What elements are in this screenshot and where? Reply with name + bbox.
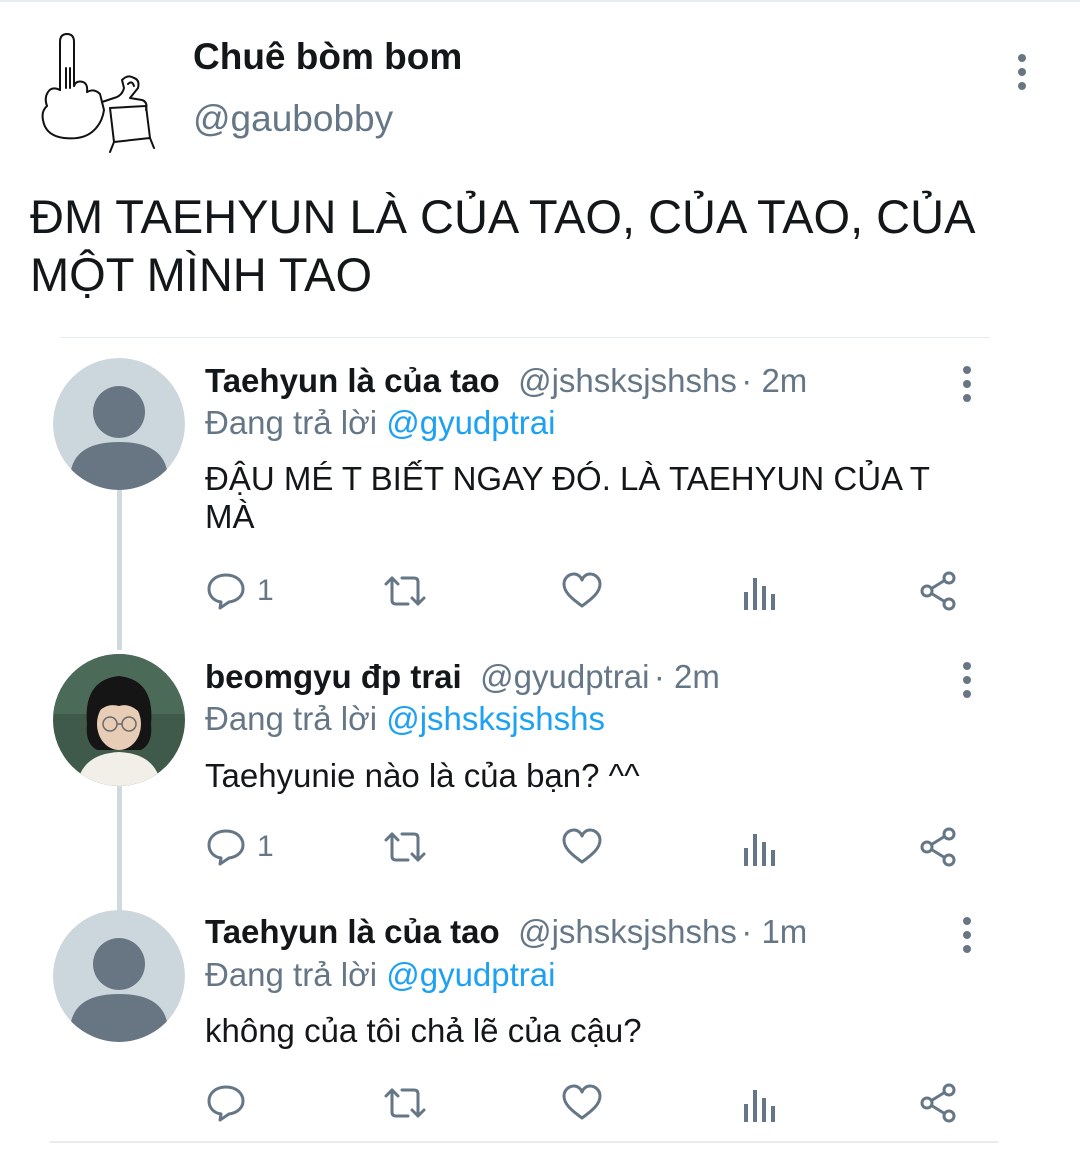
photo-avatar-icon — [53, 654, 185, 786]
reply-author-handle[interactable]: @gyudptrai — [480, 658, 649, 695]
bottom-divider — [50, 1141, 998, 1143]
more-icon[interactable] — [1015, 54, 1029, 90]
replying-to: Đang trả lời @gyudptrai — [205, 404, 555, 442]
author-handle[interactable]: @gaubobby — [193, 98, 393, 140]
middle-finger-drawing-icon — [41, 33, 155, 153]
reply-count: 1 — [257, 574, 274, 607]
mention-link[interactable]: @gyudptrai — [386, 956, 555, 993]
reply-time: 1m — [761, 913, 808, 950]
reply-author-name[interactable]: Taehyun là của tao — [205, 362, 500, 399]
reply-avatar[interactable] — [53, 654, 185, 786]
dot-separator: · — [741, 362, 762, 399]
analytics-button[interactable] — [742, 1084, 778, 1124]
share-button[interactable] — [918, 570, 958, 612]
thread-line — [117, 490, 122, 650]
reply-avatar[interactable] — [53, 910, 185, 1042]
reply-icon — [207, 1085, 245, 1122]
author-name[interactable]: Chuê bòm bom — [193, 36, 462, 78]
mention-link[interactable]: @jshsksjshshs — [386, 700, 605, 737]
retweet-button[interactable] — [382, 570, 428, 612]
mention-link[interactable]: @gyudptrai — [386, 404, 555, 441]
dot-separator: · — [741, 913, 762, 950]
tweet-text: ĐM TAEHYUN LÀ CỦA TAO, CỦA TAO, CỦA MỘT … — [30, 190, 973, 301]
reply-button[interactable]: 1 — [205, 826, 274, 868]
reply-text: ĐẬU MÉ T BIẾT NGAY ĐÓ. LÀ TAEHYUN CỦA T … — [205, 460, 930, 535]
dot-separator: · — [653, 658, 675, 695]
reply-text: Taehyunie nào là của bạn? ^^ — [205, 757, 640, 794]
analytics-icon — [744, 1090, 775, 1122]
reply-button[interactable]: 1 — [205, 570, 274, 612]
analytics-button[interactable] — [742, 572, 778, 612]
reply-button[interactable] — [205, 1082, 257, 1124]
replying-label: Đang trả lời — [205, 404, 378, 441]
reply-author-name[interactable]: Taehyun là của tao — [205, 913, 500, 950]
reply-author-handle[interactable]: @jshsksjshshs — [518, 913, 737, 950]
reply-author-name[interactable]: beomgyu đp trai — [205, 658, 462, 695]
default-avatar-icon — [53, 910, 185, 1042]
reply-icon — [207, 829, 245, 866]
like-button[interactable] — [561, 826, 603, 868]
thread-divider — [60, 337, 990, 338]
reply-text: không của tôi chả lẽ của cậu? — [205, 1012, 642, 1049]
thread-line — [117, 786, 122, 912]
share-icon — [920, 571, 956, 611]
analytics-icon — [744, 578, 775, 610]
retweet-icon — [384, 576, 426, 606]
reply-header: Taehyun là của tao @jshsksjshshs · 2m — [205, 362, 807, 400]
share-button[interactable] — [918, 1082, 958, 1124]
like-icon — [562, 1084, 602, 1120]
reply-author-handle[interactable]: @jshsksjshshs — [518, 362, 737, 399]
top-divider — [0, 0, 1080, 2]
reply-time: 2m — [761, 362, 808, 399]
more-icon[interactable] — [960, 662, 974, 698]
retweet-icon — [384, 832, 426, 862]
more-icon[interactable] — [960, 366, 974, 402]
more-icon[interactable] — [960, 917, 974, 953]
replying-to: Đang trả lời @jshsksjshshs — [205, 700, 605, 738]
share-icon — [920, 1083, 956, 1123]
retweet-button[interactable] — [382, 1082, 428, 1124]
share-button[interactable] — [918, 826, 958, 868]
like-button[interactable] — [561, 1082, 603, 1124]
share-icon — [920, 827, 956, 867]
like-icon — [562, 572, 602, 608]
retweet-icon — [384, 1088, 426, 1118]
reply-header: beomgyu đp trai @gyudptrai · 2m — [205, 658, 720, 696]
analytics-button[interactable] — [742, 828, 778, 868]
author-avatar[interactable] — [30, 28, 160, 158]
reply-icon — [207, 573, 245, 610]
analytics-icon — [744, 834, 775, 866]
reply-count: 1 — [257, 830, 274, 863]
reply-time: 2m — [674, 658, 720, 695]
replying-label: Đang trả lời — [205, 700, 378, 737]
retweet-button[interactable] — [382, 826, 428, 868]
reply-avatar[interactable] — [53, 358, 185, 490]
like-button[interactable] — [561, 570, 603, 612]
reply-header: Taehyun là của tao @jshsksjshshs · 1m — [205, 913, 807, 951]
like-icon — [562, 828, 602, 864]
replying-label: Đang trả lời — [205, 956, 378, 993]
default-avatar-icon — [53, 358, 185, 490]
replying-to: Đang trả lời @gyudptrai — [205, 956, 555, 994]
